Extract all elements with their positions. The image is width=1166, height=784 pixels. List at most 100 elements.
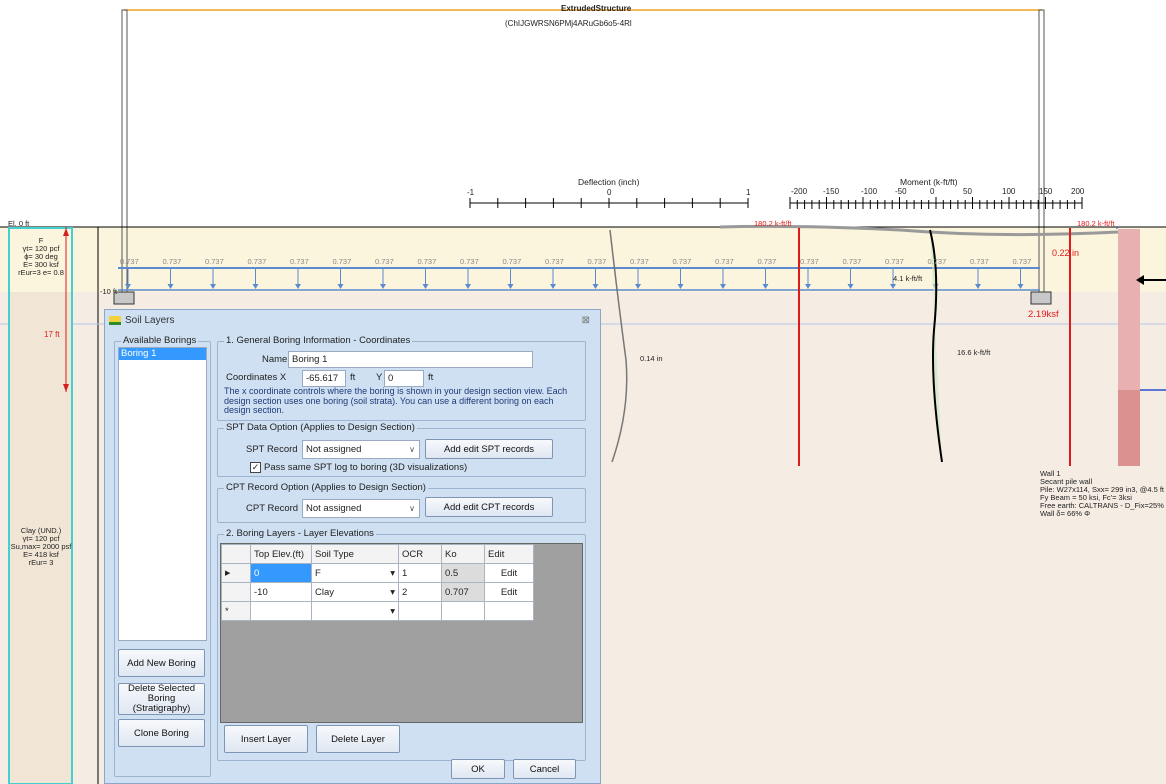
load-value-label: 0.737 bbox=[927, 257, 947, 266]
clone-boring-button[interactable]: Clone Boring bbox=[118, 719, 205, 747]
dialog-titlebar[interactable]: Soil Layers ⊠ bbox=[105, 310, 600, 332]
cell-ocr[interactable]: 1 bbox=[398, 563, 442, 583]
structure-id: (ChIJGWRSN6PMj4ARuGb6o5-4Rl bbox=[505, 19, 632, 28]
moment-tick: -200 bbox=[791, 187, 808, 196]
add-edit-spt-button[interactable]: Add edit SPT records bbox=[425, 439, 553, 459]
col-soil-type[interactable]: Soil Type bbox=[311, 544, 399, 564]
cell-top-elev[interactable]: 0 bbox=[250, 563, 312, 583]
cpt-record-select[interactable]: Not assigned ∨ bbox=[302, 499, 420, 518]
coord-y-input[interactable]: 0 bbox=[384, 370, 424, 387]
layers-table[interactable]: Top Elev.(ft) Soil Type OCR Ko Edit ▶ 0 … bbox=[221, 544, 534, 621]
load-value-label: 0.737 bbox=[970, 257, 989, 266]
cell-ocr[interactable]: 2 bbox=[398, 582, 442, 602]
load-arrow-head bbox=[252, 284, 259, 289]
chevron-down-icon: ∨ bbox=[409, 504, 415, 513]
coord-x-input[interactable]: -65.617 bbox=[302, 370, 346, 387]
insert-layer-button[interactable]: Insert Layer bbox=[224, 725, 308, 753]
wall-depth-label: -10 ft bbox=[100, 287, 118, 296]
layer-clay-properties[interactable]: Clay (UND.) γt= 120 pcf Su,max= 2000 psf… bbox=[10, 527, 72, 567]
load-arrow-head bbox=[550, 284, 556, 289]
load-value-label: 0.737 bbox=[757, 257, 777, 266]
coord-y-label: Y bbox=[376, 372, 383, 383]
load-value-label: 0.737 bbox=[1012, 257, 1032, 266]
coord-x-label: Coordinates X bbox=[226, 372, 287, 383]
boring-layers-group: 2. Boring Layers - Layer Elevations Top … bbox=[217, 528, 586, 761]
add-new-boring-button[interactable]: Add New Boring bbox=[118, 649, 205, 677]
moment-mid-label: 16.6 k-ft/ft bbox=[957, 348, 991, 357]
cpt-group-label: CPT Record Option (Applies to Design Sec… bbox=[224, 482, 428, 493]
load-value-label: 0.737 bbox=[630, 257, 649, 266]
spt-record-value: Not assigned bbox=[306, 444, 362, 455]
load-value-label: 0.737 bbox=[247, 257, 267, 266]
col-ko[interactable]: Ko bbox=[441, 544, 485, 564]
load-arrow-head bbox=[890, 284, 896, 289]
table-new-row[interactable]: * ▾ bbox=[221, 601, 534, 621]
delete-selected-boring-button[interactable]: Delete Selected Boring (Stratigraphy) bbox=[118, 683, 205, 715]
soil-type-value: Clay bbox=[315, 586, 335, 598]
layer-f-properties[interactable]: F γt= 120 pcf ϕ= 30 deg E= 300 ksf rEur=… bbox=[10, 237, 72, 277]
boring-name-input[interactable]: Boring 1 bbox=[288, 351, 533, 368]
spt-group-label: SPT Data Option (Applies to Design Secti… bbox=[224, 422, 417, 433]
edit-row-button[interactable]: Edit bbox=[484, 582, 534, 602]
structure-title: ExtrudedStructure bbox=[561, 4, 632, 13]
cell-soil-type[interactable]: F ▾ bbox=[311, 563, 399, 583]
edit-row-button[interactable]: Edit bbox=[484, 563, 534, 583]
cell-top-elev[interactable]: -10 bbox=[250, 582, 312, 602]
row-header-corner bbox=[221, 544, 251, 564]
deflection-tick: 0 bbox=[607, 188, 612, 197]
cell-top-elev-new[interactable] bbox=[250, 601, 312, 621]
cancel-button[interactable]: Cancel bbox=[513, 759, 576, 779]
load-value-label: 0.737 bbox=[375, 257, 394, 266]
load-value-label: 0.737 bbox=[800, 257, 819, 266]
load-value-label: 0.737 bbox=[587, 257, 607, 266]
table-row[interactable]: -10 Clay ▾ 2 0.707 Edit bbox=[221, 582, 534, 602]
soil-layers-dialog[interactable]: Soil Layers ⊠ Available Borings Boring 1… bbox=[104, 309, 601, 784]
table-row[interactable]: ▶ 0 F ▾ 1 0.5 Edit bbox=[221, 563, 534, 583]
load-arrow-head bbox=[295, 284, 301, 289]
cell-ocr-new[interactable] bbox=[398, 601, 442, 621]
load-value-label: 0.737 bbox=[460, 257, 479, 266]
boring-list-item[interactable]: Boring 1 bbox=[119, 348, 206, 360]
col-top-elev[interactable]: Top Elev.(ft) bbox=[250, 544, 312, 564]
load-value-label: 0.737 bbox=[162, 257, 182, 266]
layer-f-line: rEur=3 e= 0.8 bbox=[18, 268, 64, 277]
chevron-down-icon[interactable]: ▾ bbox=[390, 606, 395, 617]
soil-type-value: F bbox=[315, 567, 321, 579]
spt-group: SPT Data Option (Applies to Design Secti… bbox=[217, 422, 586, 477]
row-selector-icon[interactable]: ▶ bbox=[221, 563, 251, 583]
load-arrow-head bbox=[847, 284, 854, 289]
col-ocr[interactable]: OCR bbox=[398, 544, 442, 564]
spt-record-select[interactable]: Not assigned ∨ bbox=[302, 440, 420, 459]
cell-ko: 0.707 bbox=[441, 582, 485, 602]
coordinates-info-text: The x coordinate controls where the bori… bbox=[224, 386, 568, 415]
borings-list[interactable]: Boring 1 bbox=[118, 347, 207, 641]
deflection-axis-title: Deflection (inch) bbox=[578, 177, 640, 187]
cell-soil-type-new[interactable]: ▾ bbox=[311, 601, 399, 621]
moment-tick: -100 bbox=[861, 187, 878, 196]
chevron-down-icon: ∨ bbox=[409, 445, 415, 454]
delete-layer-button[interactable]: Delete Layer bbox=[316, 725, 400, 753]
load-arrow-head bbox=[167, 284, 174, 289]
row-selector[interactable] bbox=[221, 582, 251, 602]
deflection-tick: -1 bbox=[467, 188, 475, 197]
deflection-tick: 1 bbox=[746, 188, 751, 197]
chevron-down-icon[interactable]: ▾ bbox=[390, 568, 395, 579]
add-edit-cpt-button[interactable]: Add edit CPT records bbox=[425, 497, 553, 517]
ok-button[interactable]: OK bbox=[451, 759, 505, 779]
available-borings-group: Available Borings Boring 1 Add New Borin… bbox=[114, 335, 211, 777]
moment-tick: 100 bbox=[1002, 187, 1016, 196]
spt-record-label: SPT Record bbox=[246, 444, 298, 455]
load-arrow-head bbox=[720, 284, 726, 289]
wall-info[interactable]: Wall 1 Secant pile wall Pile: W27x114, S… bbox=[1040, 470, 1164, 518]
close-icon[interactable]: ⊠ bbox=[582, 310, 590, 332]
load-value-label: 0.737 bbox=[205, 257, 224, 266]
cell-ko-new bbox=[441, 601, 485, 621]
load-arrow-head bbox=[337, 284, 344, 289]
pass-spt-checkbox[interactable]: ✓ bbox=[250, 462, 261, 473]
col-edit[interactable]: Edit bbox=[484, 544, 534, 564]
cell-soil-type[interactable]: Clay ▾ bbox=[311, 582, 399, 602]
embed-depth-label: 17 ft bbox=[44, 330, 60, 339]
cpt-record-value: Not assigned bbox=[306, 503, 362, 514]
chevron-down-icon[interactable]: ▾ bbox=[390, 587, 395, 598]
load-value-label: 0.737 bbox=[417, 257, 437, 266]
